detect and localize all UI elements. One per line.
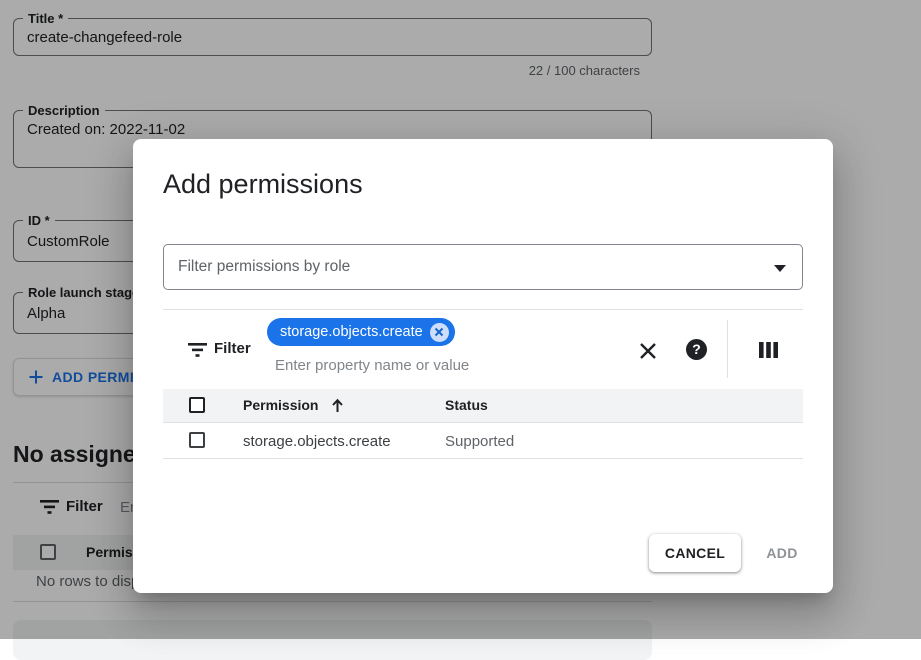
divider (727, 320, 728, 378)
clear-filters-icon[interactable] (638, 341, 658, 361)
divider (163, 309, 803, 310)
filter-chip-label: storage.objects.create (280, 324, 423, 340)
chevron-down-icon (774, 265, 786, 272)
table-row[interactable]: storage.objects.create Supported (163, 424, 803, 459)
row-permission: storage.objects.create (243, 433, 391, 450)
cancel-button[interactable]: CANCEL (649, 534, 741, 572)
row-status: Supported (445, 433, 514, 450)
filter-label: Filter (214, 340, 251, 357)
add-button[interactable]: ADD (752, 534, 812, 572)
select-all-checkbox[interactable] (189, 397, 205, 413)
role-filter-select[interactable]: Filter permissions by role (163, 244, 803, 290)
status-column-header: Status (445, 397, 488, 413)
sort-ascending-icon (330, 398, 345, 413)
chip-close-icon[interactable] (430, 323, 449, 342)
permission-column-header[interactable]: Permission (243, 397, 345, 413)
filter-icon (188, 343, 207, 357)
role-filter-select-value: Filter permissions by role (178, 258, 350, 276)
help-icon[interactable]: ? (686, 339, 707, 360)
filter-input[interactable]: Enter property name or value (275, 357, 469, 374)
row-checkbox[interactable] (189, 432, 205, 448)
filter-chip[interactable]: storage.objects.create (267, 318, 455, 346)
dialog-title: Add permissions (163, 169, 363, 200)
add-permissions-dialog: Add permissions Filter permissions by ro… (133, 139, 833, 593)
column-options-icon[interactable] (759, 342, 778, 358)
dialog-table-header: Permission Status (163, 389, 803, 423)
